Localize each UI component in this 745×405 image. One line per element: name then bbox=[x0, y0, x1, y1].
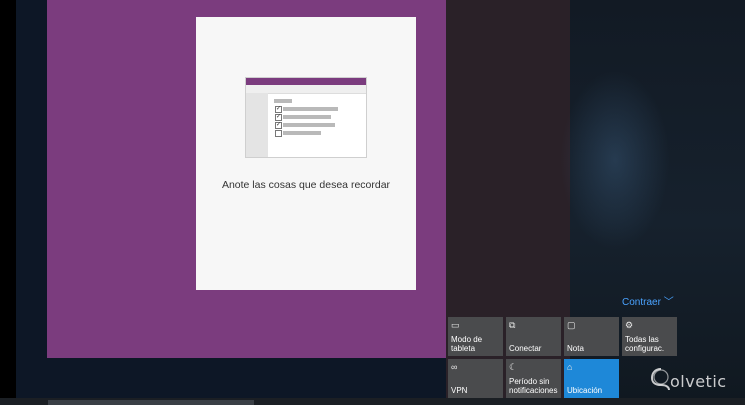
tile-location[interactable]: ⌂ Ubicación bbox=[564, 359, 619, 398]
solvetic-logo-icon bbox=[650, 368, 670, 391]
tile-label: Conectar bbox=[509, 344, 542, 353]
tile-label: VPN bbox=[451, 386, 468, 395]
tile-quiet-hours[interactable]: ☾ Período sin notificaciones bbox=[506, 359, 561, 398]
tile-all-settings[interactable]: ⚙ Todas las configurac. bbox=[622, 317, 677, 356]
tablet-mode-icon: ▭ bbox=[451, 320, 460, 330]
onenote-welcome-card: ✓ ✓ ✓ Anote las cosas que desea recordar bbox=[196, 17, 416, 290]
tile-vpn[interactable]: ∞ VPN bbox=[448, 359, 503, 398]
tile-label: Período sin notificaciones bbox=[509, 377, 558, 395]
checkbox-icon: ✓ bbox=[275, 106, 282, 113]
checkbox-icon: ✓ bbox=[275, 114, 282, 121]
card-caption: Anote las cosas que desea recordar bbox=[221, 179, 391, 191]
tile-label: Ubicación bbox=[567, 386, 603, 395]
quiet-hours-moon-icon: ☾ bbox=[509, 362, 518, 372]
tile-note[interactable]: ▢ Nota bbox=[564, 317, 619, 356]
onenote-illustration: ✓ ✓ ✓ bbox=[245, 77, 367, 158]
tile-label: Todas las configurac. bbox=[625, 335, 665, 353]
vpn-icon: ∞ bbox=[451, 362, 458, 372]
tile-tablet-mode[interactable]: ▭ Modo de tableta bbox=[448, 317, 503, 356]
watermark-text: olvetic bbox=[670, 372, 727, 391]
connect-icon: ⧉ bbox=[509, 320, 516, 330]
tile-label: Modo de tableta bbox=[451, 335, 483, 353]
location-icon: ⌂ bbox=[567, 362, 573, 372]
collapse-label: Contraer bbox=[622, 297, 661, 308]
settings-gear-icon: ⚙ bbox=[625, 320, 634, 330]
left-edge bbox=[0, 0, 16, 405]
tile-label: Nota bbox=[567, 344, 584, 353]
taskbar-active-item[interactable] bbox=[48, 400, 254, 405]
checkbox-icon bbox=[275, 130, 282, 137]
note-icon: ▢ bbox=[567, 320, 576, 330]
solvetic-watermark: olvetic bbox=[650, 365, 745, 397]
collapse-button[interactable]: Contraer ﹀ bbox=[622, 293, 674, 308]
tile-connect[interactable]: ⧉ Conectar bbox=[506, 317, 561, 356]
checkbox-icon: ✓ bbox=[275, 122, 282, 129]
chevron-down-icon: ﹀ bbox=[663, 297, 674, 308]
